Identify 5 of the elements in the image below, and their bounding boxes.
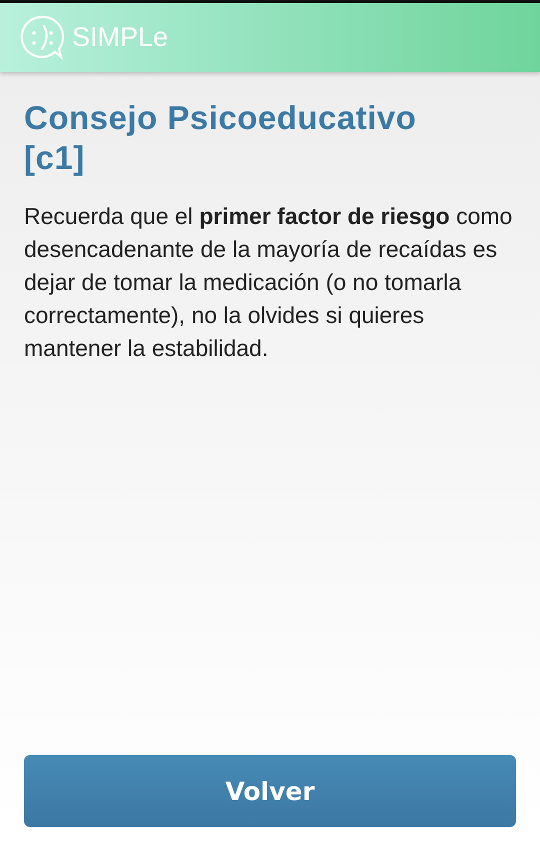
back-button[interactable]: Volver bbox=[24, 755, 516, 827]
advice-text: Recuerda que el primer factor de riesgo como desencadenante de la mayoría de recaídas es dejar de tomar la medicación (o no tomarla correctamente), no la olvides si quieres mantener la estabilidad. bbox=[24, 202, 514, 363]
app-title: SIMPLe bbox=[72, 22, 168, 53]
advice-heading: Consejo Psicoeducativo [c1] bbox=[24, 98, 418, 178]
chat-face-logo-icon bbox=[18, 14, 66, 62]
